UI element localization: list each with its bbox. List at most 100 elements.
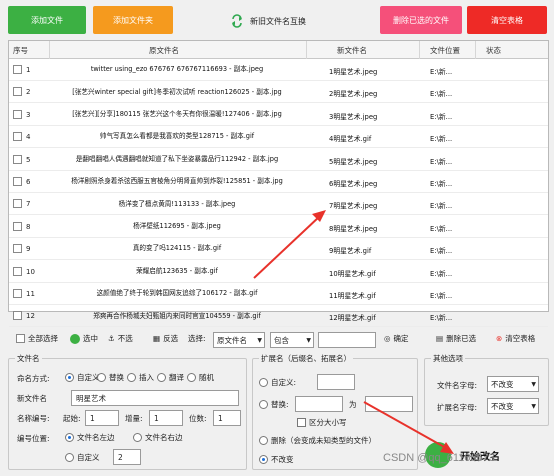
row-checkbox[interactable] — [13, 199, 22, 209]
row-location: E:\新... — [430, 112, 453, 121]
table-row[interactable]: 6 杨洋剧照杀身着杀弦西服五官棱角分明肾直帅到炸裂!125851 - 副本.jpg… — [9, 171, 548, 193]
header-new-name: 新文件名 — [337, 46, 367, 55]
position-label: 编号位置: — [17, 434, 50, 443]
position-right-radio[interactable]: 文件名右边 — [133, 432, 183, 443]
grid-header: 序号 原文件名 新文件名 文件位置 状态 — [9, 41, 548, 59]
table-row[interactable]: 11 这颜值绝了终于轮到韩国网友追综了106172 - 副本.gif 11明星艺术.… — [9, 283, 548, 305]
invert-button[interactable]: ▦ 反选 — [153, 333, 178, 344]
increment-input[interactable]: 1 — [149, 410, 183, 426]
ext-custom-radio[interactable]: 自定义: — [259, 377, 296, 388]
row-original-name: [张艺兴winter special gift]冬季初次试听 reaction1… — [72, 87, 282, 96]
watermark: CSDN @qq_61166673 — [383, 452, 495, 464]
table-row[interactable]: 12 郑爽再合作杨城夫妇甄姐内来同时官宣104559 - 副本.gif 12明星艺术… — [9, 305, 548, 328]
table-row[interactable]: 1 twitter using_ezo 676767 676767116693 -… — [9, 59, 548, 81]
header-index: 序号 — [13, 46, 28, 55]
filename-case-select[interactable]: 不改变 ▼ — [487, 376, 539, 392]
row-checkbox[interactable] — [13, 311, 22, 321]
row-original-name: twitter using_ezo 676767 676767116693 - … — [90, 65, 264, 74]
position-left-radio[interactable]: 文件名左边 — [65, 432, 115, 443]
row-original-name: 杨洋剧照杀身着杀弦西服五官棱角分明肾直帅到炸裂!125851 - 副本.jpg — [71, 177, 283, 186]
delete-icon: ▤ — [436, 334, 444, 343]
new-name-input[interactable]: 明星艺术 — [71, 390, 239, 406]
new-name-label: 新文件名 — [17, 394, 47, 403]
extension-group-title: 扩展名（后缀名、拓展名） — [259, 353, 353, 364]
row-index: 11 — [26, 290, 35, 298]
to-label: 为 — [349, 400, 357, 409]
ext-case-select[interactable]: 不改变 ▼ — [487, 398, 539, 414]
table-row[interactable]: 3 [张艺兴][分享]180115 张艺兴这个冬天有你很温暖!127406 - 副… — [9, 104, 548, 126]
row-checkbox[interactable] — [13, 289, 22, 298]
clear-table-button[interactable]: 清空表格 — [467, 6, 547, 34]
add-file-button[interactable]: 添加文件 — [8, 6, 86, 34]
anchor-icon: ⚓ — [108, 334, 115, 343]
ext-custom-input[interactable] — [317, 374, 355, 390]
row-checkbox[interactable] — [13, 87, 22, 97]
row-checkbox[interactable] — [13, 244, 22, 254]
row-original-name: 这颜值绝了终于轮到韩国网友追综了106172 - 副本.gif — [96, 289, 258, 298]
chevron-down-icon: ▼ — [306, 337, 311, 344]
case-sensitive-checkbox[interactable]: 区分大小写 — [297, 417, 347, 428]
row-index: 3 — [26, 110, 31, 119]
row-checkbox[interactable] — [13, 266, 22, 276]
select-button[interactable]: 选中 — [70, 333, 98, 344]
delete-selected-button[interactable]: ▤ 删除已选 — [436, 333, 476, 344]
row-new-name: 10明星艺术.gif — [329, 269, 376, 278]
naming-label: 命名方式: — [17, 374, 50, 383]
annotation-arrow — [253, 210, 326, 279]
condition-select[interactable]: 包含 ▼ — [270, 332, 314, 348]
swap-names-button[interactable]: 新旧文件名互换 — [230, 12, 306, 30]
table-row[interactable]: 5 是翻唱翻唱人偶遇翻唱就知道了私下坐姿暴露品行112942 - 副本.jpg 5明… — [9, 149, 548, 171]
naming-option-radio[interactable]: 替换 — [97, 372, 124, 383]
table-row[interactable]: 4 帅气写真怎么看都是我喜欢的类型128715 - 副本.gif 4明星艺术.gif… — [9, 126, 548, 149]
circle-icon: ◎ — [384, 334, 391, 343]
delete-selected-files-button[interactable]: 删除已选的文件 — [380, 6, 462, 34]
chevron-down-icon: ▼ — [531, 403, 536, 410]
naming-option-radio[interactable]: 随机 — [187, 372, 214, 383]
ext-delete-radio[interactable]: 删除（会变成未知类型的文件） — [259, 435, 376, 446]
custom-position-input[interactable]: 2 — [113, 449, 141, 465]
choose-label: 选择: — [188, 334, 206, 343]
ext-replace-radio[interactable]: 替换: — [259, 399, 289, 410]
row-checkbox[interactable] — [13, 65, 22, 74]
row-new-name: 2明星艺术.jpeg — [329, 90, 378, 99]
row-index: 7 — [26, 200, 31, 209]
confirm-button[interactable]: ◎ 确定 — [384, 333, 409, 344]
row-index: 5 — [26, 155, 31, 164]
row-checkbox[interactable] — [13, 109, 22, 119]
select-all-checkbox[interactable]: 全部选择 — [16, 333, 58, 344]
clear-table-small-button[interactable]: ⊗ 清空表格 — [496, 333, 535, 344]
row-new-name: 8明星艺术.jpeg — [329, 224, 378, 233]
swap-label: 新旧文件名互换 — [250, 16, 306, 26]
position-custom-radio[interactable]: 自定义 — [65, 452, 100, 463]
row-index: 2 — [26, 88, 31, 97]
row-checkbox[interactable] — [13, 177, 22, 186]
row-new-name: 12明星艺术.gif — [329, 314, 376, 323]
naming-option-radio[interactable]: 自定义 — [65, 372, 100, 383]
digits-input[interactable]: 1 — [213, 410, 241, 426]
chevron-down-icon: ▼ — [531, 381, 536, 388]
row-checkbox[interactable] — [13, 154, 22, 164]
naming-option-radio[interactable]: 插入 — [127, 372, 154, 383]
row-new-name: 5明星艺术.jpeg — [329, 157, 378, 166]
row-checkbox[interactable] — [13, 221, 22, 231]
row-location: E:\新... — [430, 292, 453, 300]
field-select[interactable]: 原文件名 ▼ — [213, 332, 265, 348]
swap-icon — [232, 14, 242, 28]
naming-option-radio[interactable]: 翻译 — [157, 372, 184, 383]
row-index: 6 — [26, 178, 31, 186]
deselect-button[interactable]: ⚓ 不选 — [108, 333, 133, 344]
ext-replace-from-input[interactable] — [295, 396, 343, 412]
row-new-name: 6明星艺术.jpeg — [329, 180, 378, 188]
digits-label: 位数: — [189, 414, 207, 423]
row-checkbox[interactable] — [13, 132, 22, 142]
row-original-name: 帅气写真怎么看都是我喜欢的类型128715 - 副本.gif — [99, 132, 255, 141]
row-location: E:\新... — [430, 224, 453, 233]
row-new-name: 7明星艺术.jpeg — [329, 202, 378, 211]
add-folder-button[interactable]: 添加文件夹 — [93, 6, 173, 34]
filter-input[interactable] — [318, 332, 376, 348]
row-index: 10 — [26, 267, 35, 276]
header-status: 状态 — [486, 46, 501, 55]
ext-nochange-radio[interactable]: 不改变 — [259, 454, 294, 465]
table-row[interactable]: 2 [张艺兴winter special gift]冬季初次试听 reaction… — [9, 81, 548, 104]
start-input[interactable]: 1 — [85, 410, 119, 426]
